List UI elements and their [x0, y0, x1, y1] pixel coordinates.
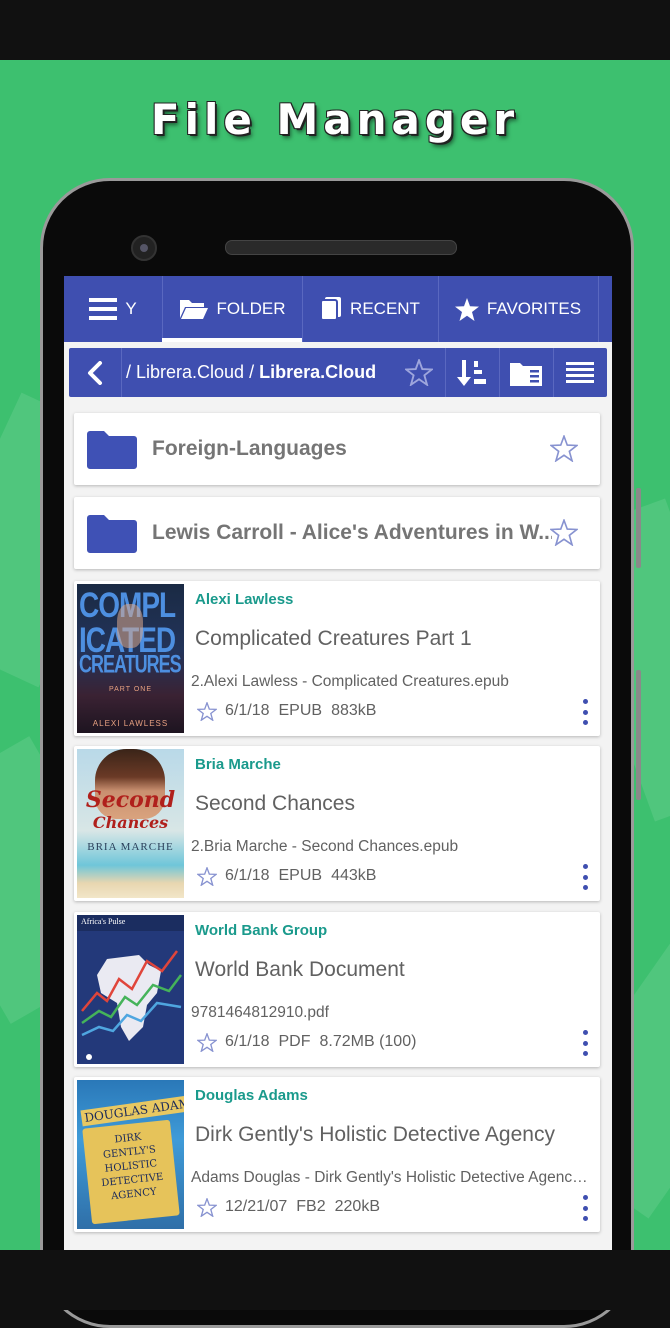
list-layout-button[interactable] — [553, 348, 607, 397]
tab-recent[interactable]: RECENT — [302, 276, 438, 342]
cover-text: CREATURES — [79, 650, 182, 678]
book-meta: 6/1/18 EPUB 443kB — [197, 864, 376, 888]
active-tab-indicator — [162, 338, 302, 342]
star-outline-icon — [405, 359, 433, 386]
folder-name: Foreign-Languages — [152, 437, 347, 460]
more-vert-icon[interactable] — [580, 1030, 590, 1056]
book-meta: 6/1/18 EPUB 883kB — [197, 699, 376, 723]
book-size: 8.72MB (100) — [319, 1033, 417, 1050]
path-bar: / Librera.Cloud / Librera.Cloud — [69, 348, 607, 397]
book-title: Second Chances — [195, 792, 355, 815]
book-size: 443kB — [331, 867, 377, 884]
book-cover: COMPL ICATED CREATURES PART ONE ALEXI LA… — [77, 584, 184, 733]
tab-label: FAVORITES — [486, 299, 582, 318]
phone-speaker — [225, 240, 457, 255]
phone-side-button — [636, 488, 641, 568]
book-item[interactable]: COMPL ICATED CREATURES PART ONE ALEXI LA… — [74, 581, 600, 736]
book-author: Bria Marche — [195, 756, 281, 773]
more-vert-icon[interactable] — [580, 1195, 590, 1221]
breadcrumb-prefix: / Librera.Cloud / — [126, 362, 260, 382]
list-icon — [566, 361, 594, 385]
book-title: Dirk Gently's Holistic Detective Agency — [195, 1123, 555, 1146]
top-black-bar — [0, 0, 670, 60]
folder-list-icon — [510, 360, 542, 386]
sort-button[interactable] — [445, 348, 499, 397]
more-vert-icon[interactable] — [580, 864, 590, 890]
book-size: 220kB — [334, 1198, 380, 1215]
folder-open-icon — [179, 298, 209, 320]
tab-folder[interactable]: FOLDER — [162, 276, 302, 342]
book-filename: Adams Douglas - Dirk Gently's Holistic D… — [191, 1169, 591, 1186]
breadcrumb-current: Librera.Cloud — [259, 362, 377, 382]
star-icon — [454, 297, 479, 321]
book-cover: Africa's Pulse — [77, 915, 184, 1064]
book-format: EPUB — [278, 702, 323, 719]
cover-text: Second — [85, 787, 176, 813]
promo-title: File Manager — [150, 95, 520, 144]
folder-name: Lewis Carroll - Alice's Adventures in W.… — [152, 521, 552, 544]
star-outline-icon[interactable] — [548, 517, 580, 551]
star-outline-icon[interactable] — [197, 1197, 217, 1217]
tab-label: RECENT — [350, 299, 420, 318]
breadcrumb[interactable]: / Librera.Cloud / Librera.Cloud — [126, 348, 376, 397]
book-item[interactable]: Second Chances BRIA MARCHE Bria Marche S… — [74, 746, 600, 901]
tab-label: Y — [125, 299, 137, 318]
folder-icon — [87, 431, 137, 474]
back-button[interactable] — [69, 348, 121, 397]
book-format: FB2 — [296, 1198, 326, 1215]
book-date: 6/1/18 — [225, 1033, 270, 1050]
book-format: PDF — [278, 1033, 311, 1050]
bookmark-path-button[interactable] — [393, 348, 445, 397]
star-outline-icon[interactable] — [197, 1032, 217, 1052]
book-size: 883kB — [331, 702, 377, 719]
book-date: 6/1/18 — [225, 867, 270, 884]
cover-text: ALEXI LAWLESS — [92, 719, 169, 728]
book-item[interactable]: Africa's Pulse World Bank Group World Ba… — [74, 912, 600, 1067]
book-meta: 6/1/18 PDF 8.72MB (100) — [197, 1030, 416, 1054]
book-meta: 12/21/07 FB2 220kB — [197, 1195, 380, 1219]
bottom-black-bar — [0, 1250, 670, 1310]
book-cover: Second Chances BRIA MARCHE — [77, 749, 184, 898]
chevron-left-icon — [87, 360, 103, 385]
book-title: Complicated Creatures Part 1 — [195, 627, 472, 650]
book-date: 6/1/18 — [225, 702, 270, 719]
recent-books-icon — [320, 297, 342, 321]
book-author: Douglas Adams — [195, 1087, 308, 1104]
book-format: EPUB — [278, 867, 323, 884]
cover-text: BRIA MARCHE — [87, 841, 174, 853]
book-cover: DOUGLAS ADAMS DIRK GENTLY'S HOLISTIC DET… — [77, 1080, 184, 1229]
more-vert-icon[interactable] — [580, 699, 590, 725]
hamburger-icon[interactable] — [89, 298, 118, 320]
book-filename: 2.Alexi Lawless - Complicated Creatures.… — [191, 673, 509, 690]
cover-text: Africa's Pulse — [81, 917, 126, 926]
tab-favorites[interactable]: FAVORITES — [438, 276, 598, 342]
front-camera — [131, 235, 157, 261]
phone-side-button — [636, 670, 641, 800]
tab-library[interactable]: Y — [64, 276, 162, 342]
sort-descending-icon — [457, 359, 487, 387]
folder-item[interactable]: Foreign-Languages — [74, 413, 600, 485]
book-author: World Bank Group — [195, 922, 328, 939]
cover-text: PART ONE — [108, 686, 152, 693]
book-filename: 2.Bria Marche - Second Chances.epub — [191, 838, 459, 855]
book-author: Alexi Lawless — [195, 591, 294, 608]
star-outline-icon[interactable] — [197, 701, 217, 721]
star-outline-icon[interactable] — [548, 433, 580, 467]
tab-bar: Y FOLDER RECENT FAVORITES — [64, 276, 612, 342]
book-item[interactable]: DOUGLAS ADAMS DIRK GENTLY'S HOLISTIC DET… — [74, 1077, 600, 1232]
app-screen: Y FOLDER RECENT FAVORITES / Librera.Clou… — [64, 276, 612, 1250]
tab-label: FOLDER — [216, 299, 286, 318]
view-mode-button[interactable] — [499, 348, 553, 397]
cover-text: Chances — [92, 813, 169, 832]
book-title: World Bank Document — [195, 958, 405, 981]
folder-icon — [87, 515, 137, 558]
folder-item[interactable]: Lewis Carroll - Alice's Adventures in W.… — [74, 497, 600, 569]
star-outline-icon[interactable] — [197, 866, 217, 886]
book-date: 12/21/07 — [225, 1198, 288, 1215]
book-filename: 9781464812910.pdf — [191, 1004, 329, 1021]
